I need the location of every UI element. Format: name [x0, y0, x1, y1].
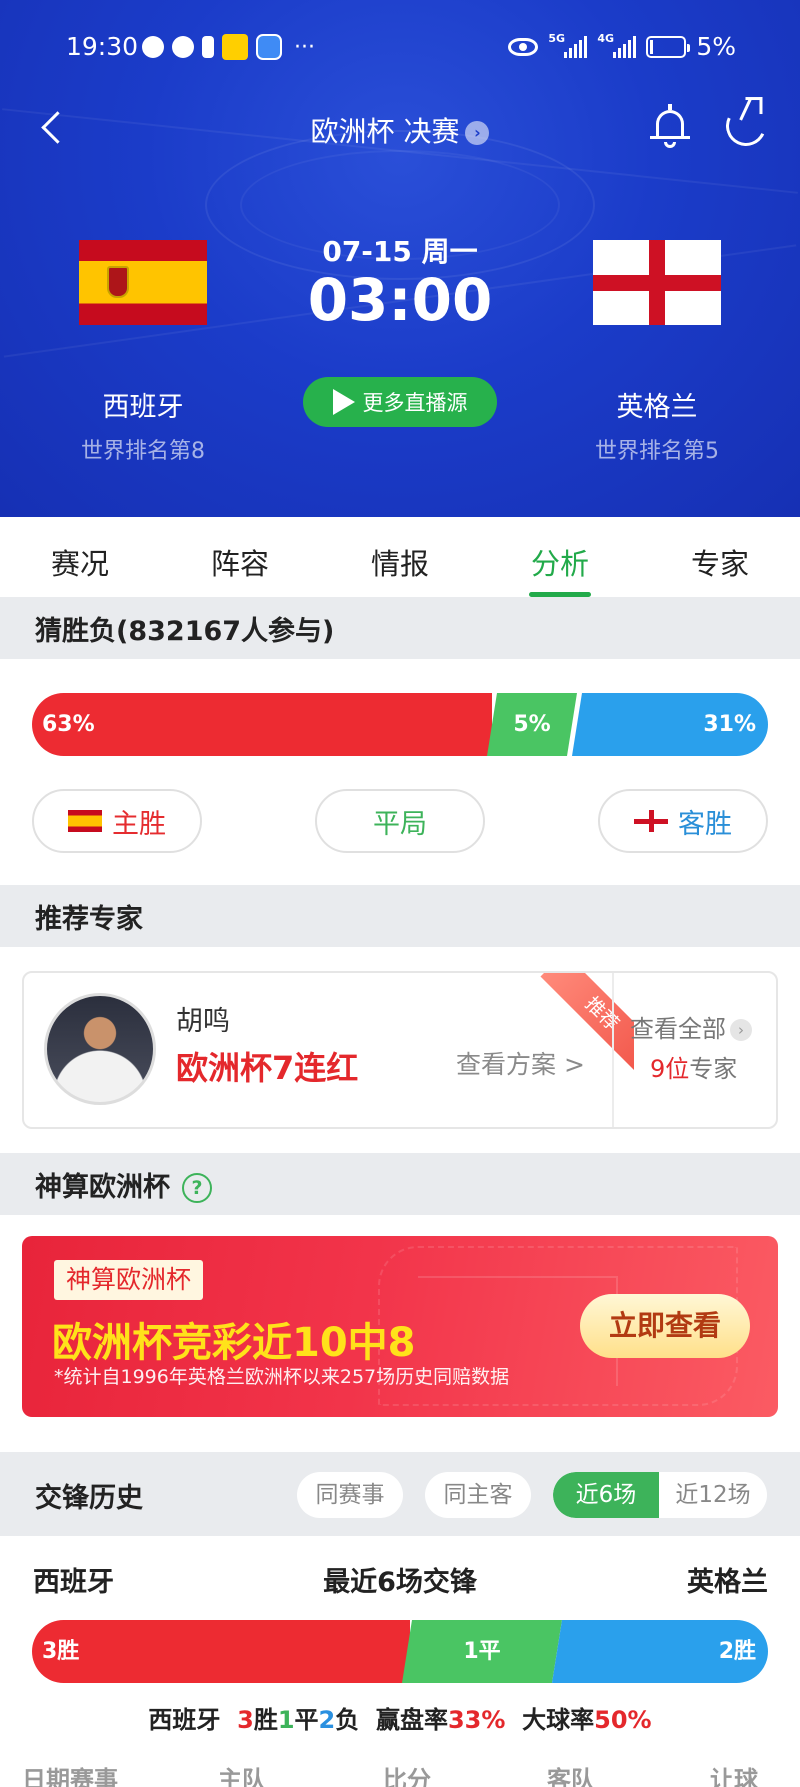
- expert-record: 欧洲杯7连红: [176, 1049, 359, 1087]
- h2h-losses: 2胜: [552, 1620, 768, 1683]
- h2h-subtitle: 最近6场交锋: [323, 1567, 477, 1598]
- help-icon[interactable]: ?: [182, 1173, 212, 1203]
- status-time: 19:30: [66, 32, 139, 61]
- away-team-name[interactable]: 英格兰: [547, 385, 767, 424]
- expert-name: 胡鸣: [176, 1006, 230, 1037]
- banner-headline: 欧洲杯竞彩近10中8: [52, 1320, 416, 1366]
- column-date-event: 日期赛事: [22, 1766, 118, 1787]
- football-icon: [172, 36, 194, 58]
- divider: [612, 973, 614, 1127]
- home-team-rank: 世界排名第8: [81, 439, 205, 464]
- away-win-label: 客胜: [678, 808, 732, 840]
- guess-section-title: 猜胜负(832167人参与): [0, 597, 800, 659]
- view-all-label: 查看全部: [630, 1015, 726, 1043]
- guess-distribution-bar: 63% 5% 31%: [32, 693, 768, 756]
- filter-recent-6[interactable]: 近6场: [553, 1472, 659, 1518]
- tab-bar: 赛况 阵容 情报 分析 专家: [0, 517, 800, 597]
- view-all-experts-link[interactable]: 查看全部 ›: [630, 1009, 752, 1044]
- away-team-rank: 世界排名第5: [595, 439, 719, 464]
- home-win-percent: 63%: [32, 693, 492, 756]
- signal-5g-icon: 5G: [548, 32, 588, 58]
- h2h-summary: 西班牙 3胜1平2负 赢盘率33% 大球率50%: [148, 1706, 652, 1734]
- spain-flag-icon: [68, 810, 102, 832]
- match-header: 19:30 ··· 5G 4G 5% 欧洲杯 决赛 › 07-15 周一 03:…: [0, 0, 800, 517]
- live-sources-label: 更多直播源: [362, 391, 468, 415]
- banner-tag: 神算欧洲杯: [54, 1260, 204, 1300]
- experts-section-title: 推荐专家: [0, 885, 800, 947]
- tab-experts[interactable]: 专家: [640, 517, 800, 597]
- home-win-label: 主胜: [112, 808, 166, 840]
- banner-note: *统计自1996年英格兰欧洲杯以来257场历史同赔数据: [54, 1366, 510, 1388]
- england-flag-icon: [634, 810, 668, 832]
- column-away: 客队: [547, 1766, 595, 1787]
- match-date: 07-15 周一: [322, 235, 478, 268]
- bell-icon[interactable]: [650, 104, 690, 150]
- alert-icon: [202, 36, 214, 58]
- filter-recent-12[interactable]: 近12场: [659, 1472, 767, 1518]
- match-title: 欧洲杯 决赛: [310, 115, 460, 148]
- chevron-right-icon: ›: [730, 1019, 752, 1041]
- tab-lineup[interactable]: 阵容: [160, 517, 320, 597]
- away-win-percent: 31%: [572, 693, 768, 756]
- tab-analysis[interactable]: 分析: [480, 517, 640, 597]
- tab-intel[interactable]: 情报: [320, 517, 480, 597]
- draw-button[interactable]: 平局: [315, 789, 485, 853]
- view-now-button[interactable]: 立即查看: [580, 1294, 750, 1358]
- meituan-icon: [222, 34, 248, 60]
- home-win-button[interactable]: 主胜: [32, 789, 202, 853]
- filter-same-competition[interactable]: 同赛事: [297, 1472, 403, 1518]
- tab-match-status[interactable]: 赛况: [0, 517, 160, 597]
- draw-percent: 5%: [487, 693, 577, 756]
- shensuan-section-title: 神算欧洲杯?: [0, 1153, 800, 1215]
- app-icon: [256, 34, 282, 60]
- shensuan-banner[interactable]: 神算欧洲杯 欧洲杯竞彩近10中8 *统计自1996年英格兰欧洲杯以来257场历史…: [22, 1236, 778, 1417]
- h2h-wins: 3胜: [32, 1620, 410, 1683]
- live-sources-button[interactable]: 更多直播源: [303, 377, 497, 427]
- draw-label: 平局: [373, 808, 427, 840]
- shensuan-title: 神算欧洲杯: [35, 1172, 170, 1203]
- match-time: 03:00: [307, 266, 493, 334]
- column-score: 比分: [383, 1766, 431, 1787]
- recent-toggle: 近6场 近12场: [553, 1472, 767, 1518]
- expert-count: 9位专家: [650, 1055, 738, 1083]
- h2h-draws: 1平: [402, 1620, 562, 1683]
- column-home: 主队: [218, 1766, 266, 1787]
- view-plan-link[interactable]: 查看方案 >: [456, 1045, 585, 1081]
- status-bar: 19:30 ··· 5G 4G 5%: [0, 28, 800, 68]
- expert-card[interactable]: 胡鸣 欧洲杯7连红 推荐 查看方案 > 查看全部 › 9位专家: [22, 971, 778, 1129]
- column-handicap: 让球: [710, 1766, 758, 1787]
- play-icon: [332, 389, 355, 415]
- filter-same-home-away[interactable]: 同主客: [425, 1472, 531, 1518]
- wechat-icon: [142, 36, 164, 58]
- avatar[interactable]: [44, 993, 156, 1105]
- battery-level: 5%: [696, 32, 736, 61]
- more-notifications-icon: ···: [294, 34, 315, 60]
- h2h-result-bar: 3胜 1平 2胜: [32, 1620, 768, 1683]
- away-win-button[interactable]: 客胜: [598, 789, 768, 853]
- eye-icon: [508, 37, 539, 56]
- home-team-name[interactable]: 西班牙: [33, 385, 253, 424]
- chevron-right-icon: ›: [465, 121, 490, 145]
- h2h-away-team: 英格兰: [687, 1567, 768, 1598]
- battery-icon: [646, 35, 691, 58]
- signal-4g-icon: 4G: [597, 32, 637, 58]
